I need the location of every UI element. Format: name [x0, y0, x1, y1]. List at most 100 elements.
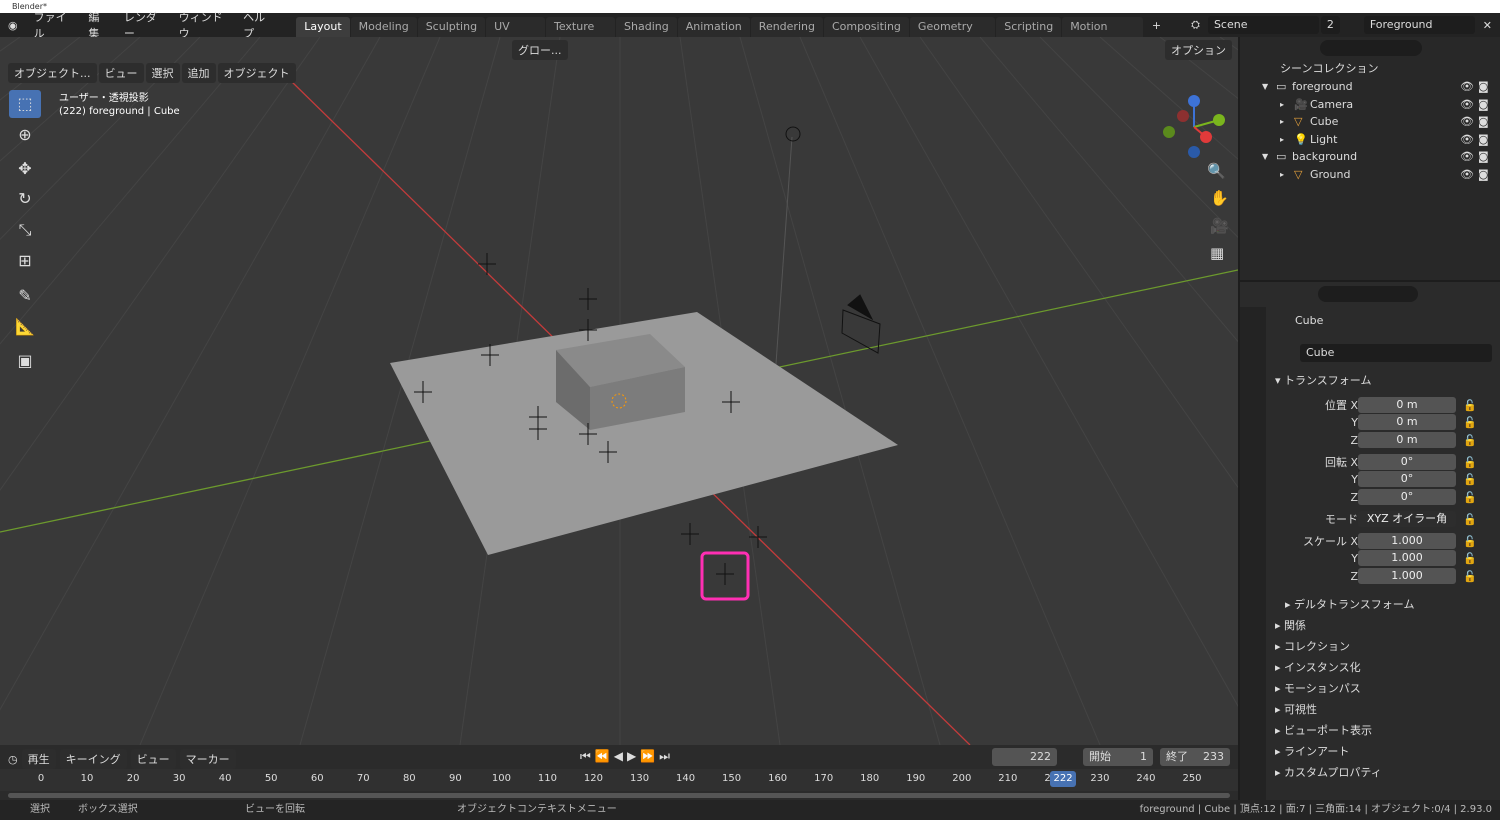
- properties-section[interactable]: ▸ モーションパス: [1275, 680, 1361, 696]
- zoom-icon[interactable]: 🔍: [1207, 162, 1226, 180]
- lock-icon[interactable]: 🔓: [1463, 397, 1477, 414]
- lock-icon[interactable]: 🔓: [1463, 414, 1477, 431]
- delta-transform-section[interactable]: ▸ デルタトランスフォーム: [1285, 596, 1414, 612]
- properties-section[interactable]: ▸ 可視性: [1275, 701, 1317, 717]
- timeline-scrollbar[interactable]: [8, 793, 1230, 798]
- render-camera-icon[interactable]: ◙: [1478, 78, 1489, 95]
- workspace-tab[interactable]: UV Editing: [486, 17, 545, 53]
- camera-view-icon[interactable]: 🎥: [1210, 217, 1229, 235]
- add-workspace-button[interactable]: +: [1144, 19, 1169, 32]
- workspace-tab[interactable]: Animation: [677, 17, 750, 37]
- visibility-eye-icon[interactable]: 👁: [1460, 78, 1474, 95]
- lock-icon[interactable]: 🔓: [1463, 550, 1477, 567]
- viewport-menu-item[interactable]: オブジェクト...: [8, 63, 97, 83]
- lock-icon[interactable]: 🔓: [1463, 568, 1477, 585]
- current-frame-field[interactable]: 222: [992, 748, 1057, 766]
- cursor-tool-icon[interactable]: ⊕: [9, 121, 41, 149]
- scale-tool-icon[interactable]: ⤡: [9, 216, 41, 244]
- start-frame-field[interactable]: 開始 1: [1083, 748, 1153, 766]
- expand-icon[interactable]: ▸: [1280, 131, 1284, 148]
- viewport-menu-item[interactable]: ビュー: [98, 63, 144, 83]
- transform-section-header[interactable]: ▾ トランスフォーム: [1275, 372, 1371, 388]
- properties-tab-bar[interactable]: [1240, 307, 1266, 800]
- close-view-layer-icon[interactable]: ✕: [1475, 19, 1500, 32]
- property-value-field[interactable]: 0°: [1358, 471, 1456, 487]
- rotate-tool-icon[interactable]: ↻: [9, 185, 41, 213]
- lock-icon[interactable]: 🔓: [1463, 511, 1477, 528]
- scene-selector[interactable]: Scene: [1207, 16, 1319, 34]
- properties-section[interactable]: ▸ コレクション: [1275, 638, 1350, 654]
- property-value-field[interactable]: XYZ オイラー角: [1358, 511, 1456, 527]
- property-value-field[interactable]: 0 m: [1358, 432, 1456, 448]
- render-camera-icon[interactable]: ◙: [1478, 113, 1489, 130]
- outliner-item[interactable]: ▸ 🎥 Camera 👁 ◙: [1240, 96, 1500, 113]
- workspace-tab[interactable]: Layout: [296, 17, 350, 37]
- workspace-tab[interactable]: Geometry Nodes: [909, 17, 996, 53]
- property-value-field[interactable]: 0°: [1358, 454, 1456, 470]
- render-camera-icon[interactable]: ◙: [1478, 148, 1489, 165]
- workspace-tab[interactable]: Modeling: [350, 17, 417, 37]
- properties-search-input[interactable]: [1318, 286, 1418, 302]
- lock-icon[interactable]: 🔓: [1463, 432, 1477, 449]
- outliner-root[interactable]: シーンコレクション: [1240, 60, 1500, 77]
- annotate-tool-icon[interactable]: ✎: [9, 282, 41, 310]
- workspace-tab[interactable]: Motion Tracking: [1062, 17, 1143, 53]
- property-value-field[interactable]: 0 m: [1358, 414, 1456, 430]
- viewport-menu-item[interactable]: オブジェクト: [217, 63, 296, 83]
- outliner-item[interactable]: ▼ ▭ background 👁 ◙: [1240, 148, 1500, 165]
- end-frame-field[interactable]: 終了 233: [1160, 748, 1230, 766]
- outliner-search-input[interactable]: [1320, 40, 1422, 56]
- visibility-eye-icon[interactable]: 👁: [1460, 166, 1474, 183]
- workspace-tab[interactable]: Texture Paint: [545, 17, 616, 53]
- playback-controls[interactable]: ⏮⏪◀▶⏩⏭: [580, 749, 674, 764]
- expand-icon[interactable]: ▸: [1280, 113, 1284, 130]
- 3d-viewport[interactable]: オブジェクト... ビュー 選択 追加 オブジェクト グロー... オプション ユーザー…: [0, 37, 1238, 745]
- expand-icon[interactable]: ▸: [1280, 166, 1284, 183]
- render-camera-icon[interactable]: ◙: [1478, 96, 1489, 113]
- properties-section[interactable]: ▸ ラインアート: [1275, 743, 1349, 759]
- move-tool-icon[interactable]: ✥: [9, 155, 41, 183]
- editor-type-icon[interactable]: ◷: [8, 753, 18, 766]
- object-datablock-field[interactable]: Cube: [1300, 344, 1492, 362]
- timeline-menu-item[interactable]: ビュー: [130, 749, 176, 769]
- workspace-tab[interactable]: Rendering: [750, 17, 823, 37]
- blender-logo-icon[interactable]: ◉: [0, 19, 26, 32]
- workspace-tab[interactable]: Scripting: [996, 17, 1062, 37]
- view-layer-selector[interactable]: Foreground: [1363, 16, 1475, 34]
- outliner-item[interactable]: ▸ 💡 Light 👁 ◙: [1240, 131, 1500, 148]
- measure-tool-icon[interactable]: 📐: [9, 313, 41, 341]
- lock-icon[interactable]: 🔓: [1463, 489, 1477, 506]
- ortho-grid-icon[interactable]: ▦: [1210, 244, 1224, 262]
- lock-icon[interactable]: 🔓: [1463, 471, 1477, 488]
- visibility-eye-icon[interactable]: 👁: [1460, 113, 1474, 130]
- transform-orientation-dropdown[interactable]: グロー...: [512, 40, 568, 60]
- properties-section[interactable]: ▸ 関係: [1275, 617, 1306, 633]
- properties-section[interactable]: ▸ ビューポート表示: [1275, 722, 1372, 738]
- expand-icon[interactable]: ▸: [1280, 96, 1284, 113]
- property-value-field[interactable]: 1.000: [1358, 568, 1456, 584]
- property-value-field[interactable]: 1.000: [1358, 550, 1456, 566]
- property-value-field[interactable]: 0 m: [1358, 397, 1456, 413]
- visibility-eye-icon[interactable]: 👁: [1460, 148, 1474, 165]
- pan-hand-icon[interactable]: ✋: [1210, 189, 1229, 207]
- expand-icon[interactable]: ▼: [1262, 78, 1268, 95]
- timeline-menu-item[interactable]: キーイング: [59, 749, 127, 769]
- render-camera-icon[interactable]: ◙: [1478, 131, 1489, 148]
- viewport-menu-item[interactable]: 選択: [145, 63, 180, 83]
- add-cube-tool-icon[interactable]: ▣: [9, 347, 41, 375]
- select-tool-icon[interactable]: ⬚: [9, 90, 41, 118]
- visibility-eye-icon[interactable]: 👁: [1460, 96, 1474, 113]
- outliner-item[interactable]: ▼ ▭ foreground 👁 ◙: [1240, 78, 1500, 95]
- frame-ruler[interactable]: 0 10 20 30 40 50 60 70 80 90 100 110 120 130 140 150 160…: [0, 769, 1238, 791]
- outliner-item[interactable]: ▸ ▽ Cube 👁 ◙: [1240, 113, 1500, 130]
- outliner-item[interactable]: ▸ ▽ Ground 👁 ◙: [1240, 166, 1500, 183]
- render-camera-icon[interactable]: ◙: [1478, 166, 1489, 183]
- visibility-eye-icon[interactable]: 👁: [1460, 131, 1474, 148]
- lock-icon[interactable]: 🔓: [1463, 454, 1477, 471]
- transform-tool-icon[interactable]: ⊞: [9, 247, 41, 275]
- workspace-tab[interactable]: Sculpting: [417, 17, 486, 37]
- viewport-menu-item[interactable]: 追加: [181, 63, 216, 83]
- navigation-gizmo[interactable]: [1160, 92, 1230, 162]
- timeline-menu-item[interactable]: 再生: [21, 749, 56, 769]
- workspace-tab[interactable]: Compositing: [823, 17, 909, 37]
